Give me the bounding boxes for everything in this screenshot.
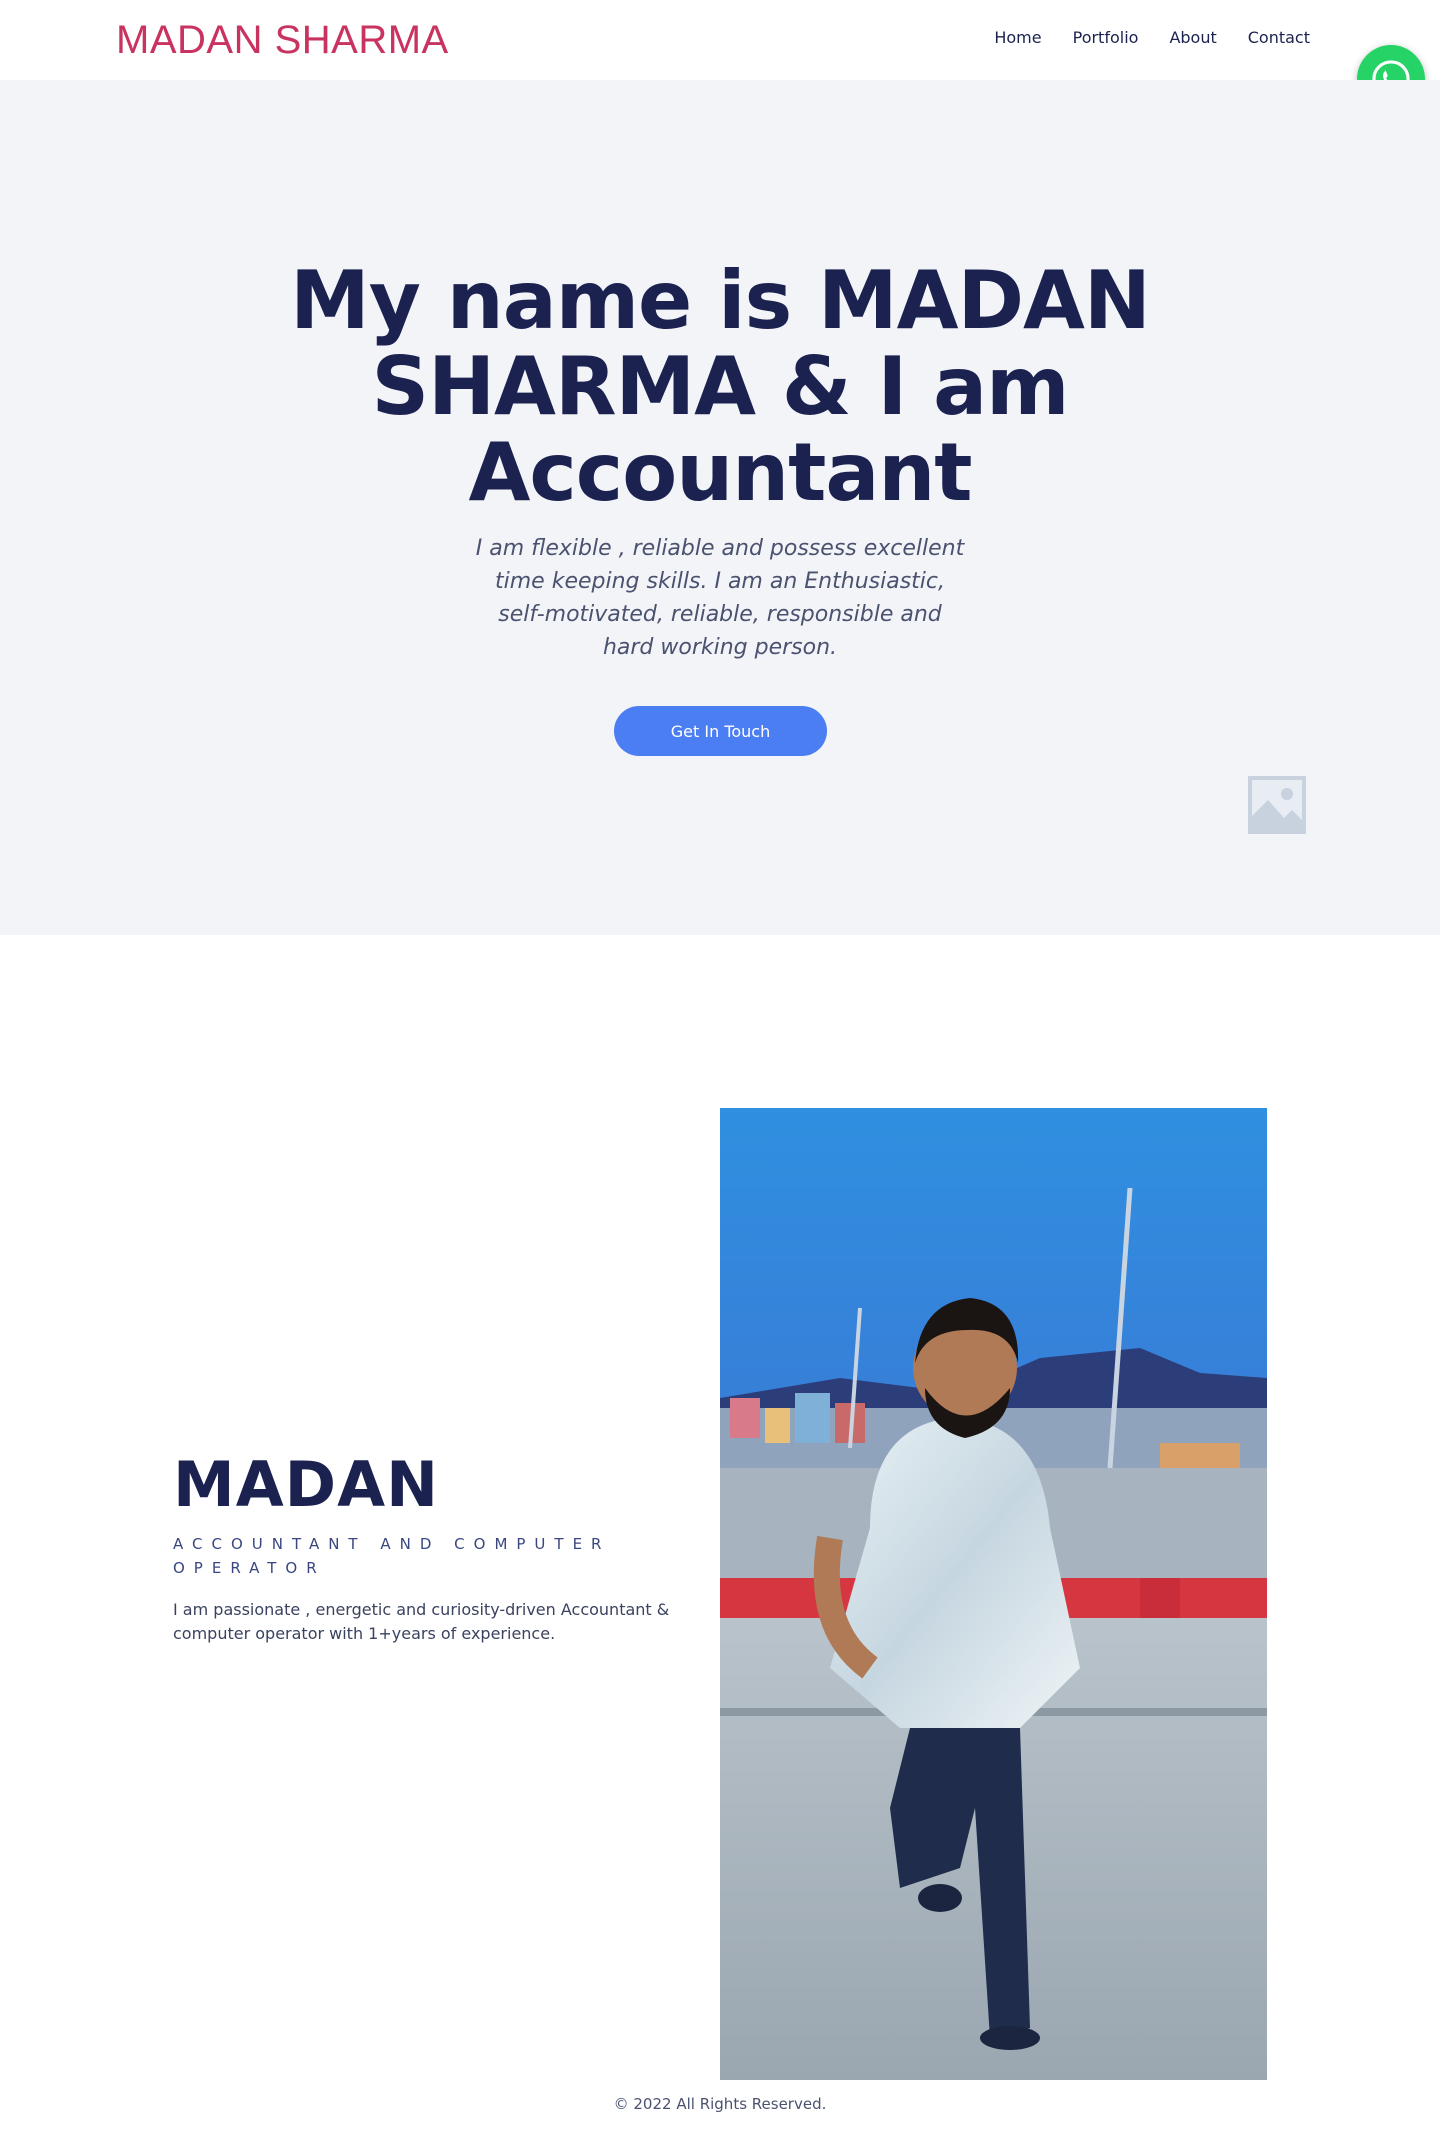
hero-title-line: SHARMA & I am bbox=[371, 340, 1069, 433]
nav-contact[interactable]: Contact bbox=[1248, 28, 1310, 47]
profile-photo bbox=[720, 1108, 1267, 2080]
hero-description: I am flexible , reliable and possess exc… bbox=[475, 536, 965, 660]
footer: © 2022 All Rights Reserved. bbox=[0, 2095, 1440, 2113]
hero-section: My name is MADAN SHARMA & I am Accountan… bbox=[0, 80, 1440, 935]
site-header: MADAN SHARMA Home Portfolio About Contac… bbox=[0, 0, 1440, 80]
about-name: MADAN bbox=[173, 1448, 440, 1521]
nav-portfolio[interactable]: Portfolio bbox=[1073, 28, 1139, 47]
about-role: ACCOUNTANT AND COMPUTER OPERATOR bbox=[173, 1535, 611, 1577]
main-nav: Home Portfolio About Contact bbox=[994, 28, 1310, 47]
hero-title-line: Accountant bbox=[468, 426, 972, 519]
image-icon bbox=[1248, 776, 1306, 834]
nav-home[interactable]: Home bbox=[994, 28, 1041, 47]
hero-title-line: My name is MADAN bbox=[290, 254, 1151, 347]
nav-about[interactable]: About bbox=[1169, 28, 1216, 47]
get-in-touch-button[interactable]: Get In Touch bbox=[614, 706, 827, 756]
brand-logo[interactable]: MADAN SHARMA bbox=[116, 18, 449, 63]
hero-title: My name is MADAN SHARMA & I am Accountan… bbox=[220, 258, 1220, 516]
copyright-text: © 2022 All Rights Reserved. bbox=[613, 2095, 827, 2113]
about-description: I am passionate , energetic and curiosit… bbox=[173, 1600, 670, 1643]
